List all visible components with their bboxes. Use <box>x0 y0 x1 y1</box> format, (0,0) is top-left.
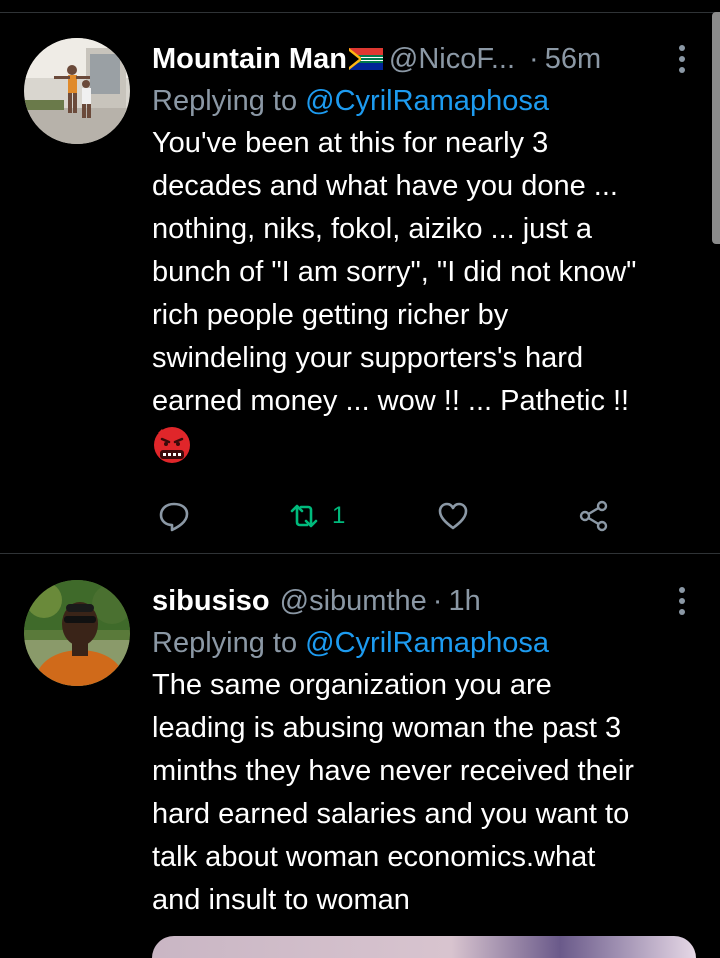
heart-icon <box>438 502 468 530</box>
replying-to-label: Replying to <box>152 627 306 659</box>
tweet-header: Mountain Man @NicoF... · 56m <box>152 38 692 80</box>
face-with-symbols-on-mouth-icon <box>154 427 190 463</box>
tweet-text-line: leading is abusing woman the past 3 <box>152 712 622 744</box>
avatar[interactable] <box>24 38 130 144</box>
speech-bubble-icon <box>159 502 189 532</box>
meta-separator: · <box>529 43 539 75</box>
tweet-text-line: The same organization you are <box>152 669 552 701</box>
tweet-text: The same organization you are leading is… <box>152 664 692 922</box>
retweet-count: 1 <box>332 502 346 529</box>
mention-link[interactable]: @CyrilRamaphosa <box>305 627 549 659</box>
tweet-text-line: rich people getting richer by <box>152 299 509 331</box>
display-name[interactable]: sibusiso <box>152 580 270 622</box>
replying-to-line: Replying to @CyrilRamaphosa <box>152 622 692 664</box>
timestamp[interactable]: 1h <box>448 580 480 622</box>
tweet-text-line: bunch of "I am sorry", "I did not know" <box>152 256 637 288</box>
tweet-text-line: minths they have never received their <box>152 755 634 787</box>
share-nodes-icon <box>579 500 608 532</box>
avatar[interactable] <box>24 580 130 686</box>
user-handle[interactable]: @NicoF... <box>389 38 515 80</box>
tweet-actions: 1 <box>152 496 622 536</box>
tweet-text-line: swindeling your supporters's hard <box>152 342 584 374</box>
like-button[interactable] <box>435 498 471 534</box>
retweet-button[interactable]: 1 <box>286 498 345 534</box>
tweet-text: You've been at this for nearly 3 decades… <box>152 122 692 423</box>
tweet-media-image[interactable] <box>152 936 696 958</box>
meta-separator: · <box>432 585 443 617</box>
tweet-divider <box>0 553 720 554</box>
tweet-text-line: nothing, niks, fokol, aiziko ... just a <box>152 213 593 245</box>
avatar-photo <box>24 580 130 686</box>
vertical-ellipsis-icon[interactable] <box>672 584 692 618</box>
top-divider <box>0 12 720 13</box>
avatar-photo <box>24 38 130 144</box>
tweet-text-line: and insult to woman <box>152 884 410 916</box>
tweet-text-line: hard earned salaries and you want to <box>152 798 630 830</box>
vertical-ellipsis-icon[interactable] <box>672 42 692 76</box>
south-africa-flag-icon <box>348 48 383 70</box>
tweet-text-line: earned money ... wow !! ... Pathetic !! <box>152 385 630 417</box>
mention-link[interactable]: @CyrilRamaphosa <box>305 85 549 117</box>
tweet-text-line: talk about woman economics.what <box>152 841 596 873</box>
reply-button[interactable] <box>156 498 192 534</box>
display-name[interactable]: Mountain Man <box>152 38 347 80</box>
tweet-header: sibusiso @sibumthe · 1h <box>152 580 692 622</box>
media-photo <box>152 936 696 958</box>
retweet-icon <box>290 504 318 528</box>
scrollbar-thumb[interactable] <box>712 12 720 244</box>
user-handle[interactable]: @sibumthe <box>280 580 427 622</box>
tweet-text-line: You've been at this for nearly 3 <box>152 127 549 159</box>
tweet-text-line: decades and what have you done ... <box>152 170 618 202</box>
timestamp[interactable]: 56m <box>545 38 601 80</box>
replying-to-line: Replying to @CyrilRamaphosa <box>152 80 692 122</box>
replying-to-label: Replying to <box>152 85 306 117</box>
share-button[interactable] <box>576 498 612 534</box>
